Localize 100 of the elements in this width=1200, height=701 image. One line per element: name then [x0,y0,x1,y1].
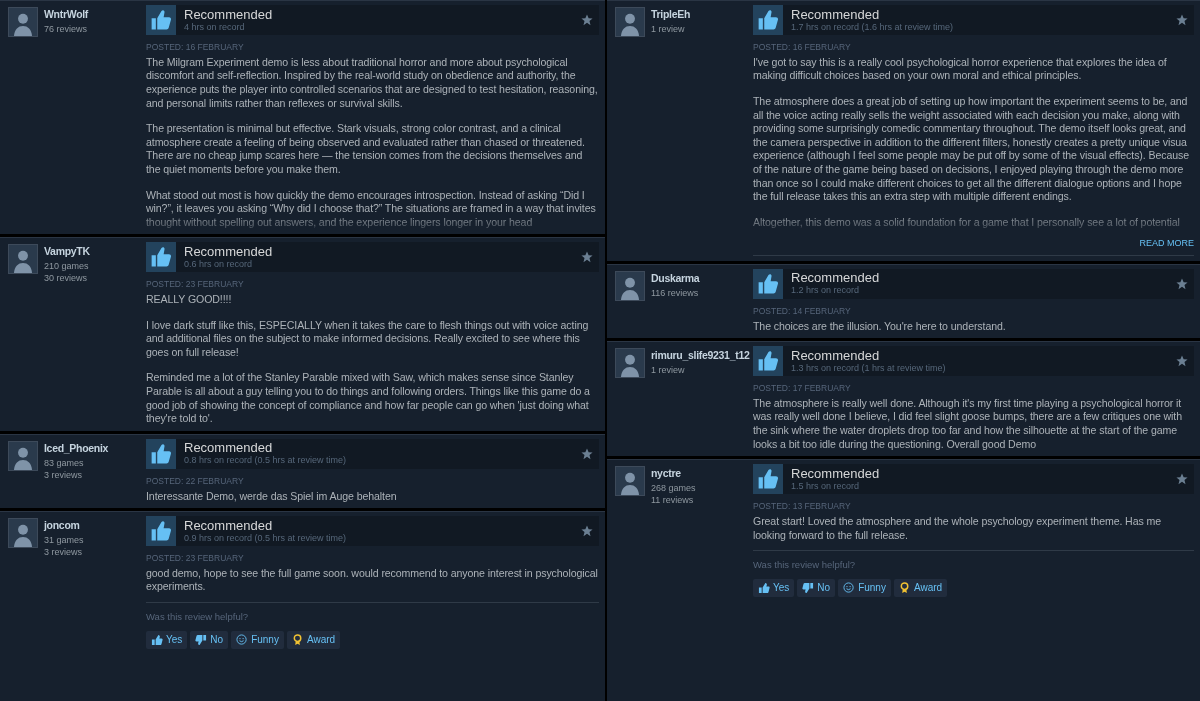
posted-date: POSTED: 22 FEBRUARY [146,474,244,488]
avatar[interactable] [615,348,645,379]
username[interactable]: Iced_Phoenix [44,440,109,457]
user-stat: 3 reviews [44,468,83,481]
review-text: I love dark stuff like this, ESPECIALLY when it takes the care to flesh things out with voice acting and additional files on the subject to make informed decisions. Really excited to see where this goes on full release! [146,318,590,360]
avatar[interactable] [8,518,38,549]
thumbs-up-icon [753,5,783,35]
review-text: Reminded me a lot of the Stanley Parable mixed with Saw, which makes sense since Stanley Parable is all about a guy telling you to do things and following orders. Things like this game do a good job of showing the concept of compliance and how far people can go when 'just doing what they're told to'. [146,371,591,426]
ribbon-icon [291,634,304,647]
thumbs-up-icon [146,438,176,469]
star-icon[interactable] [1176,14,1188,26]
verdict-title: Recommended [791,7,881,22]
thumbs-up-icon [146,516,176,547]
avatar[interactable] [8,440,38,471]
star-icon[interactable] [1176,473,1188,486]
hours-on-record: 1.3 hrs on record (1 hrs at review time) [791,362,946,374]
thumbs-up-icon [753,464,783,495]
avatar[interactable] [615,466,645,497]
verdict-title: Recommended [791,466,880,481]
verdict-title: Recommended [184,441,274,456]
vote-button[interactable]: No [190,631,229,650]
user-stat: 210 games [44,260,90,273]
review-text: Altogether, this demo was a solid foundation for a game that I personally see a lot of potential [753,215,1181,230]
user-stat: 83 games [44,456,85,469]
posted-date: POSTED: 13 FEBRUARY [753,500,851,513]
hours-on-record: 1.5 hrs on record [791,480,861,492]
review-text: REALLY GOOD!!!! [146,293,233,307]
vote-button[interactable]: Funny [231,631,284,650]
review-text: Great start! Loved the atmosphere and the whole psychology experiment theme. Has me looking forward to the full release. [753,515,1163,543]
posted-date: POSTED: 16 FEBRUARY [146,41,244,54]
posted-date: POSTED: 23 FEBRUARY [146,552,244,565]
thumbs-up-icon [146,5,176,35]
username[interactable]: Duskarma [651,270,700,287]
review-text: What stood out most is how quickly the demo encourages introspection. Instead of asking “Did I win?”, it leaves you asking “Why did I choose that?” The situations are framed in a way that invites thought without spelling out answers, and the experience lingers longer in your head [146,188,597,230]
helpful-question: Was this review helpful? [146,610,249,625]
vote-button[interactable]: Funny [838,579,891,598]
posted-date: POSTED: 23 FEBRUARY [146,278,244,292]
verdict-title: Recommended [791,348,881,363]
user-stat: 31 games [44,533,84,546]
review-text: The atmosphere does a great job of setting up how important the experiment seems to be, and all the voice acting really sells the weight associated with each decision you make, along with providing some surprisingly comedic commentary throughout. The demo itself looks great, and the camera perspective in addition to the different filters, honestly creates a pretty unique visua experience (although I feel some people may be put off by some of the visual effects). Because of the nature of the game being based on decisions, I enjoyed playing through the demo more than once so I could make different choices to get all the different dialogue options and I hope the full release takes this an extra step with multiple different endings. [753,94,1190,204]
user-stat: 11 reviews [651,494,695,506]
username[interactable]: rimuru_slife9231_t12 [651,348,750,364]
vote-button[interactable]: Yes [753,579,795,598]
hours-on-record: 0.9 hrs on record (0.5 hrs at review time) [184,532,347,544]
user-stat: 268 games [651,482,696,494]
review-text: The atmosphere is really well done. Although it's my first time playing a psychological horror it was really well done I believe, I did feel slight goose bumps, there are a few critiques one with the sink where the water droplets drop too far and how the silhouette at the start of the game looks a bit too idle during the questioning. Overall good Demo [753,396,1183,452]
posted-date: POSTED: 16 FEBRUARY [753,41,851,54]
review-text: good demo, hope to see the full game soon. would recommend to anyone interest in psychological experiments. [146,566,599,595]
star-icon[interactable] [1176,277,1188,290]
thumbs-down-icon [802,582,815,595]
verdict-title: Recommended [184,7,273,22]
star-icon[interactable] [581,251,593,264]
star-icon[interactable] [581,14,593,26]
hours-on-record: 0.6 hrs on record [184,258,254,270]
avatar[interactable] [615,270,645,301]
hours-on-record: 1.2 hrs on record [791,285,861,297]
vote-button[interactable]: Award [893,579,948,598]
star-icon[interactable] [1176,355,1188,368]
review-text: I've got to say this is a really cool psychological horror experience that explores the idea of making difficult choices based on your own moral and ethical principles. [753,55,1168,83]
smiley-icon [843,582,856,595]
posted-date: POSTED: 17 FEBRUARY [753,382,851,395]
thumbs-up-icon [151,634,163,647]
avatar[interactable] [615,7,645,37]
thumbs-down-icon [195,634,208,647]
review-text: Interessante Demo, werde das Spiel im Auge behalten [146,489,398,504]
posted-date: POSTED: 14 FEBRUARY [753,304,851,318]
username[interactable]: WntrWolf [44,7,89,23]
user-stat: 116 reviews [651,286,700,299]
verdict-title: Recommended [791,271,880,286]
read-more-link[interactable]: READ MORE [1139,237,1194,251]
star-icon[interactable] [581,525,593,538]
vote-button[interactable]: No [797,579,836,598]
user-stat: 76 reviews [44,22,89,35]
hours-on-record: 0.8 hrs on record (0.5 hrs at review time) [184,455,347,467]
avatar[interactable] [8,244,38,275]
thumbs-up-icon [146,242,176,273]
thumbs-up-icon [753,268,783,299]
star-icon[interactable] [581,447,593,460]
verdict-title: Recommended [184,518,274,533]
username[interactable]: nyctre [651,466,696,482]
hours-on-record: 4 hrs on record [184,21,246,33]
username[interactable]: joncom [44,518,84,534]
user-stat: 1 review [651,22,686,35]
username[interactable]: TripleEh [651,7,691,23]
user-stat: 1 review [651,363,686,376]
thumbs-up-icon [758,582,770,595]
vote-button[interactable]: Award [286,631,341,650]
smiley-icon [236,634,249,647]
review-text: The choices are the illusion. You're here to understand. [753,319,1007,334]
ribbon-icon [898,582,911,595]
username[interactable]: VampyTK [44,244,90,261]
hours-on-record: 1.7 hrs on record (1.6 hrs at review time) [791,21,954,33]
verdict-title: Recommended [184,244,273,259]
user-stat: 3 reviews [44,545,83,558]
avatar[interactable] [8,7,38,37]
user-stat: 30 reviews [44,272,89,285]
thumbs-up-icon [753,346,783,377]
helpful-question: Was this review helpful? [753,558,856,573]
review-text: The presentation is minimal but effective. Stark visuals, strong color contrast, and a clinical atmosphere create a feeling of being observed and evaluated rather than chased or threatened. There are no cheap jump scares here — the tension comes from the decisions themselves and the quiet moments before you make them. [146,122,586,177]
vote-button[interactable]: Yes [146,631,188,650]
